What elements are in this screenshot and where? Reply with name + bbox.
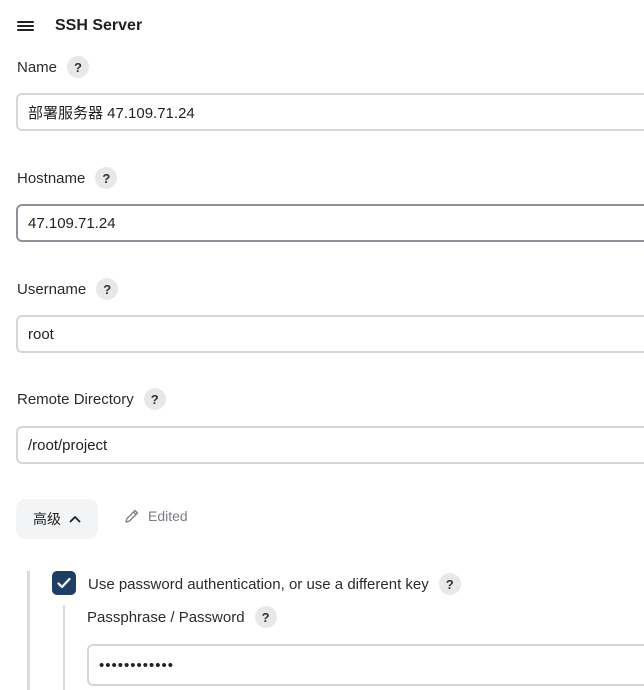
- edited-label: Edited: [148, 508, 188, 524]
- remote-directory-help-icon[interactable]: ?: [143, 388, 166, 410]
- name-label-row: Name ?: [17, 56, 90, 78]
- name-input[interactable]: 部署服务器 47.109.71.24: [16, 93, 644, 131]
- advanced-section-border: [27, 571, 30, 690]
- name-help-icon[interactable]: ?: [67, 56, 90, 78]
- password-auth-checkbox[interactable]: [52, 571, 76, 595]
- section-header: SSH Server: [17, 14, 142, 38]
- edited-indicator: Edited: [124, 508, 188, 524]
- username-label: Username: [17, 280, 87, 298]
- advanced-label: 高级: [33, 511, 61, 527]
- remote-directory-label-row: Remote Directory ?: [17, 388, 166, 410]
- passphrase-input[interactable]: ••••••••••••: [87, 644, 644, 686]
- name-label: Name: [17, 58, 58, 76]
- hostname-label-row: Hostname ?: [17, 167, 118, 189]
- remote-directory-label: Remote Directory: [17, 390, 134, 408]
- hostname-input[interactable]: 47.109.71.24: [16, 204, 644, 242]
- passphrase-help-icon[interactable]: ?: [254, 606, 277, 628]
- advanced-toggle-button[interactable]: 高级: [16, 499, 98, 539]
- password-auth-label-row: Use password authentication, or use a di…: [88, 573, 461, 595]
- hostname-help-icon[interactable]: ?: [95, 167, 118, 189]
- password-auth-help-icon[interactable]: ?: [438, 573, 461, 595]
- checkmark-icon: [57, 577, 71, 589]
- hamburger-menu-icon[interactable]: [17, 19, 35, 33]
- password-subsection-border: [63, 605, 65, 690]
- password-auth-label: Use password authentication, or use a di…: [88, 575, 429, 593]
- passphrase-label-row: Passphrase / Password ?: [87, 606, 277, 628]
- username-help-icon[interactable]: ?: [96, 278, 119, 300]
- remote-directory-input[interactable]: /root/project: [16, 426, 644, 464]
- chevron-up-icon: [69, 516, 81, 523]
- pencil-icon: [125, 509, 139, 523]
- section-title: SSH Server: [55, 17, 143, 34]
- passphrase-label: Passphrase / Password: [87, 608, 245, 626]
- username-label-row: Username ?: [17, 278, 119, 300]
- username-input[interactable]: root: [16, 315, 644, 353]
- hostname-label: Hostname: [17, 169, 86, 187]
